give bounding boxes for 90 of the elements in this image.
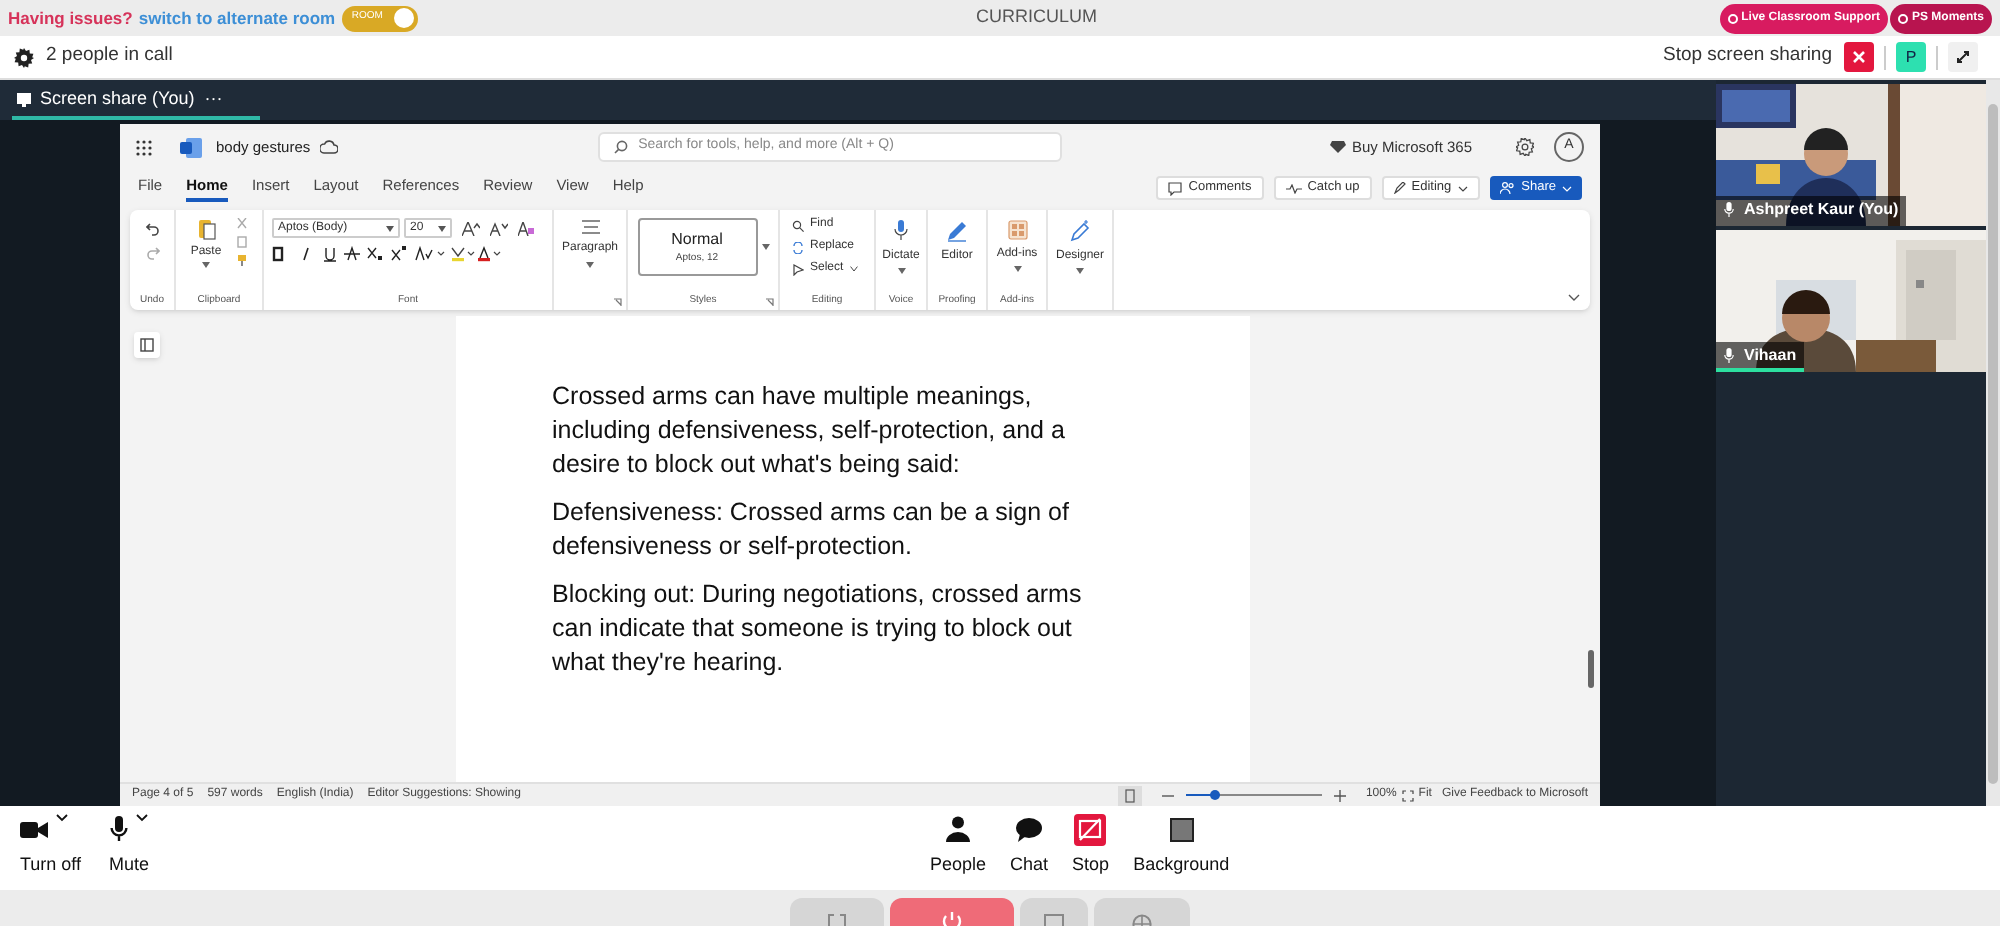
- app-title: CURRICULUM: [976, 4, 1097, 30]
- pencil-icon: [1393, 182, 1406, 194]
- stop-sharing-icon: [1074, 813, 1107, 845]
- stop-sharing-button[interactable]: [1844, 42, 1874, 72]
- settings-icon[interactable]: [14, 47, 34, 67]
- participant-name: Vihaan: [1744, 343, 1797, 367]
- dialog-launcher-icon[interactable]: [614, 298, 622, 306]
- caret-icon[interactable]: [761, 244, 769, 250]
- control-button[interactable]: Turn off: [20, 813, 82, 878]
- control-button[interactable]: Mute: [109, 813, 150, 878]
- cloud-icon: [320, 140, 339, 154]
- paragraph: Defensiveness: Crossed arms can be a sign of defensiveness or self-protection.: [552, 496, 1071, 564]
- app-launcher-icon[interactable]: [136, 139, 152, 155]
- diamond-icon: [1329, 140, 1346, 154]
- fullscreen-icon: [828, 914, 846, 926]
- clear-format-icon[interactable]: [518, 221, 534, 235]
- power-icon: [942, 912, 962, 926]
- search-icon: [792, 219, 804, 231]
- circle-icon: [1727, 13, 1738, 23]
- dock-button[interactable]: [890, 898, 1014, 926]
- clipboard-icon: [197, 218, 215, 240]
- pulse-icon: [1285, 183, 1302, 193]
- cursor-icon: [792, 263, 804, 275]
- chevron-down-icon: [1562, 185, 1572, 191]
- people-icon: [1499, 182, 1516, 194]
- camera-icon: [20, 819, 48, 839]
- fit-icon: [1402, 789, 1415, 801]
- monitor-icon: [1044, 914, 1064, 926]
- dialog-launcher-icon[interactable]: [766, 298, 774, 306]
- replace-icon: [792, 241, 804, 253]
- paragraph-icon: [581, 220, 599, 234]
- document-app-icon: [180, 137, 202, 157]
- expand-button[interactable]: [1948, 42, 1978, 72]
- background-icon: [1169, 817, 1194, 841]
- chevron-down-icon: [849, 266, 858, 272]
- caret-icon: [1013, 266, 1021, 272]
- more-options[interactable]: ···: [204, 86, 223, 114]
- caret-icon: [1075, 268, 1084, 274]
- settings-icon[interactable]: [1516, 138, 1534, 156]
- control-button[interactable]: Background: [1129, 813, 1234, 878]
- scrollbar-thumb[interactable]: [1588, 650, 1594, 688]
- shrink-font-icon[interactable]: [490, 221, 508, 235]
- grid-icon: [1007, 220, 1027, 240]
- scrollbar-thumb[interactable]: [1988, 104, 1998, 784]
- chat-icon: [1016, 817, 1043, 841]
- stop-sharing-label: Stop screen sharing: [1663, 42, 1832, 71]
- microphone-icon: [1724, 347, 1734, 363]
- people-count: 2 people in call: [46, 42, 173, 71]
- screen-share-tab[interactable]: Screen share (You): [40, 86, 195, 114]
- comment-icon: [1168, 181, 1183, 195]
- person-icon: [946, 816, 971, 842]
- microphone-icon: [109, 816, 128, 842]
- undo-icon[interactable]: [145, 222, 159, 236]
- chevron-down-icon[interactable]: [56, 813, 68, 821]
- caret-icon: [386, 225, 394, 231]
- expand-icon: [1956, 50, 1970, 64]
- pen-icon: [946, 220, 968, 242]
- caret-icon: [438, 225, 446, 231]
- microphone-icon: [1724, 201, 1734, 217]
- caret-icon: [586, 262, 594, 268]
- microphone-icon: [894, 220, 908, 242]
- zoom-in-icon[interactable]: [1333, 789, 1346, 801]
- chevron-down-icon: [1457, 185, 1468, 191]
- zoom-slider[interactable]: [1185, 789, 1322, 801]
- search-icon: [614, 140, 629, 154]
- chevron-down-icon[interactable]: [135, 813, 148, 821]
- zoom-out-icon[interactable]: [1161, 789, 1174, 801]
- grow-font-icon[interactable]: [462, 221, 480, 235]
- globe-icon: [1132, 914, 1152, 926]
- control-button[interactable]: Stop: [1068, 813, 1114, 878]
- screen-share-icon: [16, 92, 32, 108]
- dock-button[interactable]: [790, 898, 884, 926]
- close-icon: [1852, 50, 1866, 64]
- participant-name: Ashpreet Kaur (You): [1744, 197, 1899, 221]
- dock-button[interactable]: [1020, 898, 1088, 926]
- control-button[interactable]: People: [926, 813, 991, 878]
- paragraph: Blocking out: During negotiations, crossed arms can indicate that someone is trying to block out what they're hearing.: [552, 578, 1084, 680]
- circle-icon: [1897, 13, 1908, 23]
- control-button[interactable]: Chat: [1006, 813, 1053, 878]
- paragraph: Crossed arms can have multiple meanings, including defensiveness, self-protection, and a desire to block out what's being said:: [552, 380, 1067, 482]
- page-view-icon[interactable]: [1117, 785, 1142, 805]
- magic-pen-icon: [1069, 220, 1090, 242]
- presenter-avatar: P: [1896, 42, 1926, 72]
- collapse-ribbon-icon[interactable]: [1568, 294, 1580, 302]
- navigation-icon: [140, 338, 154, 352]
- navigation-pane-button[interactable]: [134, 332, 160, 358]
- issue-text: Having issues?: [8, 5, 133, 31]
- caret-icon: [897, 268, 905, 274]
- format-painter-icon[interactable]: [235, 254, 248, 266]
- caret-icon: [202, 262, 210, 268]
